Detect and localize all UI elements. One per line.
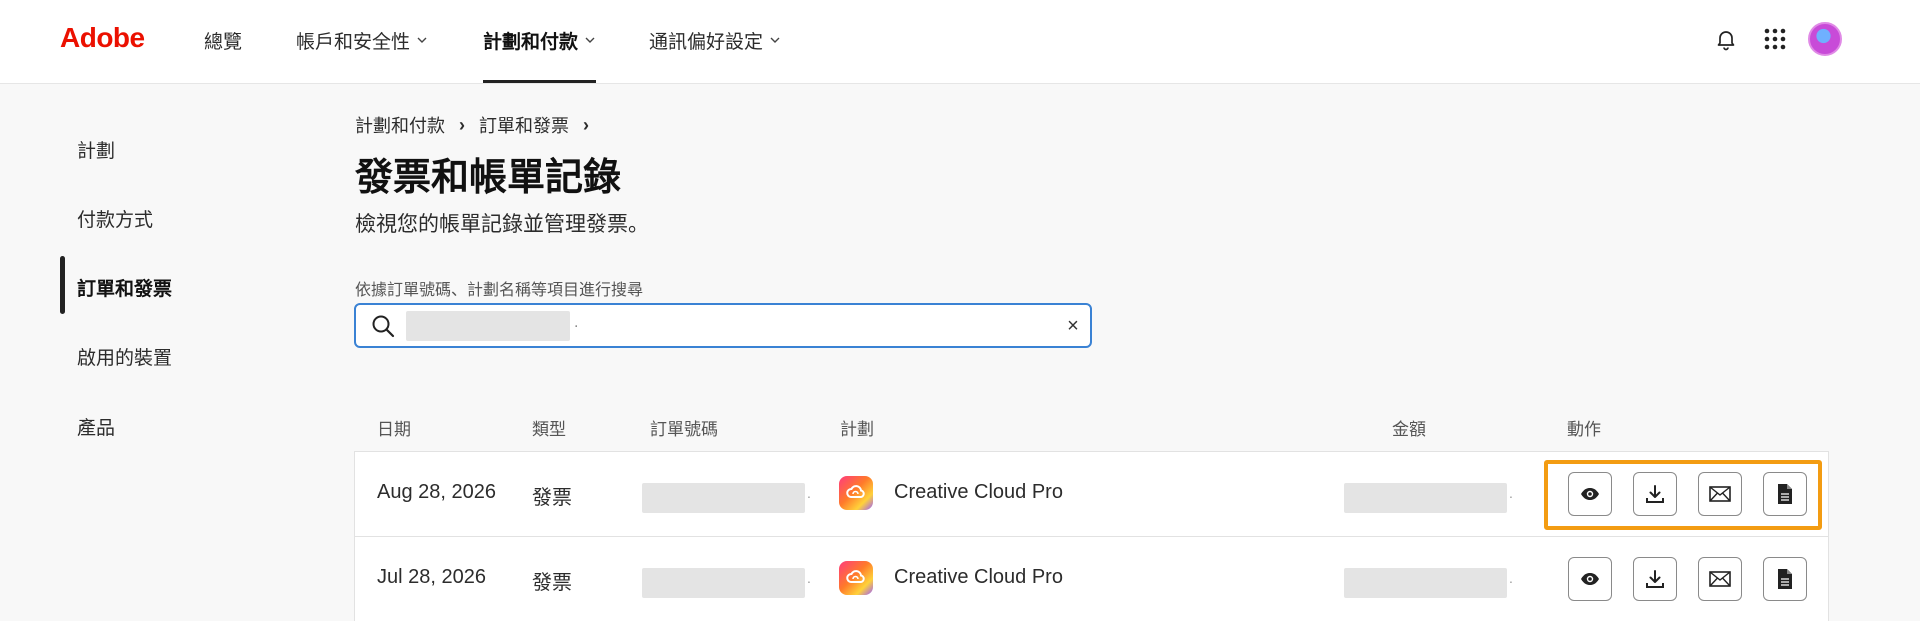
- adobe-logo[interactable]: Adobe: [60, 22, 145, 54]
- view-invoice-button[interactable]: [1568, 557, 1612, 601]
- email-icon: [1709, 571, 1731, 587]
- breadcrumb-separator: ›: [583, 114, 589, 135]
- redacted-amount: [1344, 483, 1507, 513]
- page-title: 發票和帳單記錄: [355, 157, 622, 199]
- sidebar-item-payment-methods[interactable]: 付款方式: [77, 205, 153, 232]
- actions-highlight-box: [1544, 460, 1822, 530]
- email-invoice-button[interactable]: [1698, 557, 1742, 601]
- nav-tab-label: 計劃和付款: [483, 31, 579, 53]
- table-row: Jul 28, 2026 發票 . Creative Cloud Pro .: [354, 536, 1829, 621]
- invoice-document-button[interactable]: [1763, 557, 1807, 601]
- search-label: 依據訂單號碼、計劃名稱等項目進行搜尋: [355, 282, 644, 299]
- avatar[interactable]: [1808, 22, 1842, 56]
- row-type: 發票: [532, 487, 572, 509]
- app-grid-icon[interactable]: [1760, 24, 1790, 54]
- redact-mark: .: [807, 570, 811, 586]
- row-date: Aug 28, 2026: [377, 481, 496, 503]
- search-trailing-mark: .: [574, 314, 579, 331]
- redacted-order-number: [642, 568, 805, 598]
- nav-tab-account-security[interactable]: 帳戶和安全性: [296, 26, 428, 54]
- creative-cloud-icon: [839, 561, 873, 595]
- search-icon: [372, 315, 395, 338]
- document-icon: [1778, 569, 1792, 589]
- row-date: Jul 28, 2026: [377, 566, 486, 588]
- nav-tab-overview[interactable]: 總覽: [204, 26, 242, 54]
- redacted-search-value: [406, 311, 570, 341]
- redact-mark: .: [1509, 485, 1513, 501]
- breadcrumb-separator: ›: [459, 114, 465, 135]
- redacted-amount: [1344, 568, 1507, 598]
- bell-icon[interactable]: [1711, 24, 1741, 54]
- column-header-plan: 計劃: [840, 420, 874, 439]
- redacted-order-number: [642, 483, 805, 513]
- sidebar-item-activated-devices[interactable]: 啟用的裝置: [77, 343, 172, 370]
- download-invoice-button[interactable]: [1633, 557, 1677, 601]
- column-header-date: 日期: [377, 420, 411, 439]
- redact-mark: .: [807, 485, 811, 501]
- nav-tab-label: 通訊偏好設定: [649, 31, 764, 53]
- column-header-order-number: 訂單號碼: [650, 420, 718, 439]
- sidebar-item-products[interactable]: 產品: [77, 413, 115, 440]
- chevron-down-icon: [585, 37, 595, 43]
- nav-tab-label: 總覽: [204, 31, 243, 53]
- sidebar-item-orders-invoices[interactable]: 訂單和發票: [77, 274, 172, 301]
- page-subtitle: 檢視您的帳單記錄並管理發票。: [355, 213, 649, 236]
- nav-tab-plans-payment[interactable]: 計劃和付款: [483, 26, 596, 54]
- chevron-down-icon: [417, 37, 427, 43]
- download-icon: [1646, 570, 1664, 588]
- column-header-type: 類型: [532, 420, 566, 439]
- search-input[interactable]: . ×: [354, 303, 1092, 348]
- active-tab-indicator: [483, 80, 596, 83]
- row-plan-name: Creative Cloud Pro: [894, 566, 1063, 588]
- breadcrumb-link-plans-payment[interactable]: 計劃和付款: [355, 112, 445, 138]
- row-type: 發票: [532, 572, 572, 594]
- sidebar-active-indicator: [60, 256, 65, 314]
- top-navigation: Adobe 總覽 帳戶和安全性 計劃和付款 通訊偏好設定: [0, 0, 1920, 84]
- redact-mark: .: [1509, 570, 1513, 586]
- chevron-down-icon: [770, 37, 780, 43]
- breadcrumb: 計劃和付款 › 訂單和發票 ›: [355, 112, 589, 138]
- breadcrumb-link-orders-invoices[interactable]: 訂單和發票: [479, 112, 569, 138]
- nav-tab-communication-prefs[interactable]: 通訊偏好設定: [649, 26, 781, 54]
- column-header-actions: 動作: [1567, 420, 1601, 439]
- row-plan-name: Creative Cloud Pro: [894, 481, 1063, 503]
- eye-icon: [1581, 573, 1599, 585]
- column-header-amount: 金額: [1392, 420, 1426, 439]
- nav-tab-label: 帳戶和安全性: [296, 31, 411, 53]
- clear-search-button[interactable]: ×: [1061, 313, 1085, 339]
- sidebar-item-plans[interactable]: 計劃: [77, 136, 115, 163]
- creative-cloud-icon: [839, 476, 873, 510]
